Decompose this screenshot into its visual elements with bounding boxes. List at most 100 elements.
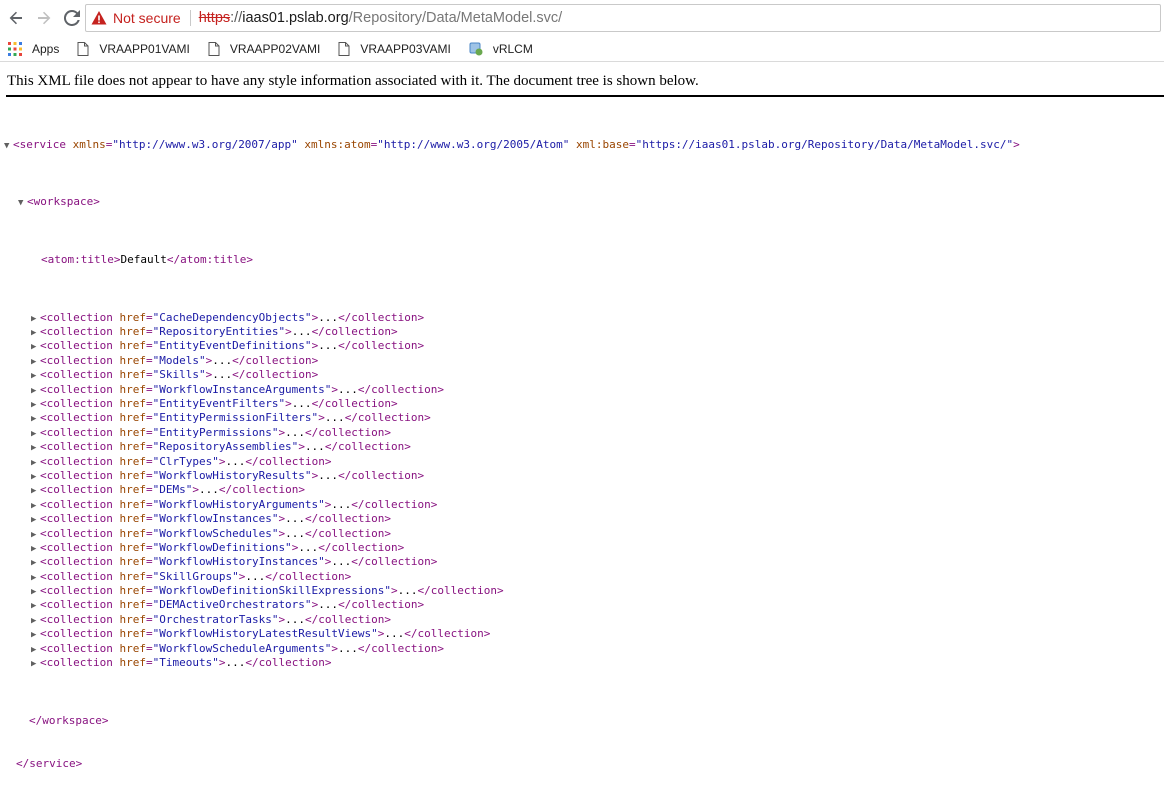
xml-tag: <collection (40, 598, 113, 612)
bookmark-label: Apps (32, 41, 60, 56)
collapsed-content[interactable]: ... (225, 455, 245, 468)
xml-tag: <collection (40, 454, 113, 468)
expand-triangle-icon[interactable]: ▶ (31, 456, 40, 470)
expand-triangle-icon[interactable]: ▶ (31, 599, 40, 613)
reload-icon (64, 10, 80, 26)
expand-triangle-icon[interactable]: ▶ (31, 657, 40, 671)
forward-button[interactable] (31, 5, 57, 31)
collapsed-content[interactable]: ... (199, 483, 219, 496)
xml-tag: <collection (40, 656, 113, 670)
collapsed-content[interactable]: ... (384, 627, 404, 640)
expand-triangle-icon[interactable]: ▶ (31, 528, 40, 542)
collapsed-content[interactable]: ... (338, 383, 358, 396)
xml-attr-name: href (119, 425, 146, 439)
collapsed-content[interactable]: ... (398, 584, 418, 597)
xml-attr-value: "SkillGroups" (152, 569, 239, 583)
expand-triangle-icon[interactable]: ▶ (31, 369, 40, 383)
expand-triangle-icon[interactable]: ▶ (31, 384, 40, 398)
expand-triangle-icon[interactable]: ▶ (31, 571, 40, 585)
xml-tag: </collection> (417, 584, 504, 598)
collapsed-content[interactable]: ... (305, 440, 325, 453)
back-button[interactable] (3, 5, 29, 31)
expand-triangle-icon[interactable]: ▶ (31, 340, 40, 354)
xml-tag: </workspace> (29, 713, 109, 727)
collapsed-content[interactable]: ... (298, 541, 318, 554)
collapsed-content[interactable]: ... (285, 613, 305, 626)
expand-triangle-icon[interactable]: ▶ (31, 470, 40, 484)
xml-attr-name: href (119, 497, 146, 511)
collection-line: ▶ <collection href="OrchestratorTasks">..… (0, 613, 1020, 627)
collapse-triangle-icon[interactable]: ▼ (18, 196, 27, 210)
xml-tag: </collection> (304, 612, 392, 626)
xml-attr-value: "WorkflowSchedules" (152, 526, 279, 540)
expand-triangle-icon[interactable]: ▶ (31, 513, 40, 527)
expand-triangle-icon[interactable]: ▶ (31, 499, 40, 513)
xml-attr-name: href (119, 368, 146, 382)
xml-tag: </collection> (265, 569, 352, 583)
expand-triangle-icon[interactable]: ▶ (31, 556, 40, 570)
vrlcm-icon (469, 42, 483, 56)
url-scheme-separator: :// (230, 10, 243, 26)
collapsed-content[interactable]: ... (285, 426, 305, 439)
collection-line: ▶ <collection href="DEMActiveOrchestrator… (0, 598, 1020, 612)
expand-triangle-icon[interactable]: ▶ (31, 312, 40, 326)
collapsed-content[interactable]: ... (325, 411, 345, 424)
expand-triangle-icon[interactable]: ▶ (31, 427, 40, 441)
collapsed-content[interactable]: ... (318, 469, 338, 482)
expand-triangle-icon[interactable]: ▶ (31, 398, 40, 412)
xml-tag: <collection (40, 440, 113, 454)
xml-tag: </collection> (404, 627, 491, 641)
xml-attr-value: "http://www.w3.org/2007/app" (112, 137, 298, 151)
collapse-triangle-icon[interactable]: ▼ (4, 139, 13, 153)
xml-tag: <collection (40, 310, 113, 324)
expand-triangle-icon[interactable]: ▶ (31, 643, 40, 657)
collapsed-content[interactable]: ... (292, 397, 312, 410)
address-bar[interactable]: Not secure https://iaas01.pslab.org/Repo… (85, 4, 1161, 32)
collapsed-content[interactable]: ... (285, 527, 305, 540)
expand-triangle-icon[interactable]: ▶ (31, 441, 40, 455)
collapsed-content[interactable]: ... (331, 498, 351, 511)
xml-attr-value: "WorkflowHistoryArguments" (152, 497, 325, 511)
collapsed-content[interactable]: ... (318, 339, 338, 352)
bookmark-vraapp02vami[interactable]: VRAAPP02VAMI (208, 41, 320, 56)
reload-button[interactable] (59, 5, 85, 31)
not-secure-label[interactable]: Not secure (113, 10, 181, 26)
xml-tag: <collection (40, 483, 113, 497)
collapsed-content[interactable]: ... (318, 598, 338, 611)
expand-triangle-icon[interactable]: ▶ (31, 484, 40, 498)
collapsed-content[interactable]: ... (331, 555, 351, 568)
collapsed-content[interactable]: ... (212, 368, 232, 381)
xml-attr-value: "CacheDependencyObjects" (152, 310, 312, 324)
xml-tag: </collection> (218, 483, 305, 497)
page-icon (338, 41, 350, 56)
collapsed-content[interactable]: ... (285, 512, 305, 525)
xml-attr-value: "DEMActiveOrchestrators" (152, 598, 312, 612)
xml-tag: </collection> (318, 540, 405, 554)
expand-triangle-icon[interactable]: ▶ (31, 585, 40, 599)
bookmark-vraapp01vami[interactable]: VRAAPP01VAMI (77, 41, 190, 56)
xml-attr-name: href (119, 339, 146, 353)
expand-triangle-icon[interactable]: ▶ (31, 355, 40, 369)
expand-triangle-icon[interactable]: ▶ (31, 614, 40, 628)
collapsed-content[interactable]: ... (225, 656, 245, 669)
collection-line: ▶ <collection href="DEMs">...</collection… (0, 483, 1020, 497)
url-text[interactable]: https://iaas01.pslab.org/Repository/Data… (199, 10, 563, 26)
expand-triangle-icon[interactable]: ▶ (31, 628, 40, 642)
collapsed-content[interactable]: ... (212, 354, 232, 367)
expand-triangle-icon[interactable]: ▶ (31, 412, 40, 426)
bookmark-vrlcm[interactable]: vRLCM (469, 42, 533, 56)
xml-attr-name: href (119, 641, 146, 655)
xml-tag: <atom:title> (41, 253, 121, 267)
url-path: /Repository/Data/MetaModel.svc/ (348, 10, 563, 26)
collapsed-content[interactable]: ... (318, 311, 338, 324)
bookmark-apps[interactable]: Apps (8, 41, 60, 56)
xml-attr-value: "WorkflowHistoryInstances" (152, 555, 325, 569)
collapsed-content[interactable]: ... (245, 570, 265, 583)
expand-triangle-icon[interactable]: ▶ (31, 542, 40, 556)
collapsed-content[interactable]: ... (292, 325, 312, 338)
xml-attr-value: "Timeouts" (152, 656, 219, 670)
xml-attr-name: href (119, 656, 146, 670)
expand-triangle-icon[interactable]: ▶ (31, 326, 40, 340)
collapsed-content[interactable]: ... (338, 642, 358, 655)
bookmark-vraapp03vami[interactable]: VRAAPP03VAMI (338, 41, 451, 56)
